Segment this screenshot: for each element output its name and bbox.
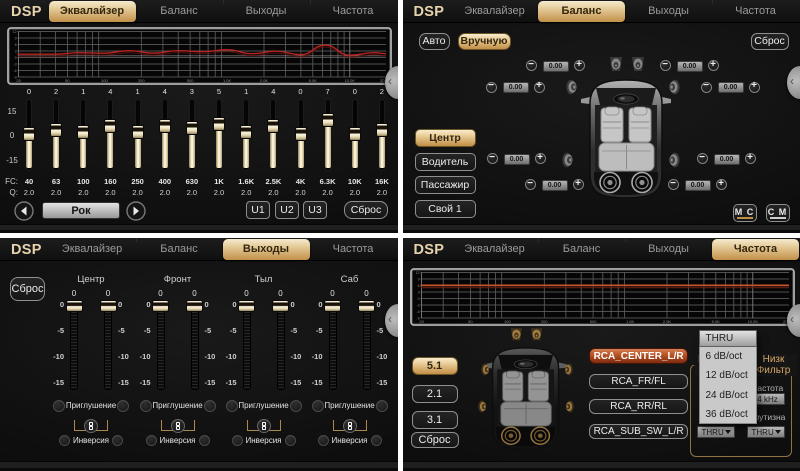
svg-text:200: 200 <box>138 78 145 83</box>
svg-text:10.0K: 10.0K <box>345 78 356 83</box>
svg-text:1.0K: 1.0K <box>223 78 232 83</box>
svg-text:5.0K: 5.0K <box>711 319 720 324</box>
svg-text:12: 12 <box>13 30 17 34</box>
svg-text:9: 9 <box>417 277 419 281</box>
svg-text:-3: -3 <box>416 303 419 307</box>
svg-text:1.0K: 1.0K <box>625 319 634 324</box>
svg-text:20: 20 <box>16 78 21 83</box>
svg-text:-3: -3 <box>13 63 16 67</box>
svg-text:5.0K: 5.0K <box>309 78 318 83</box>
svg-text:10.0K: 10.0K <box>747 319 758 324</box>
svg-text:500: 500 <box>187 78 194 83</box>
svg-text:6: 6 <box>417 284 419 288</box>
svg-text:0: 0 <box>15 56 17 60</box>
svg-text:-6: -6 <box>416 310 419 314</box>
svg-text:3: 3 <box>417 290 419 294</box>
svg-text:12: 12 <box>415 271 419 275</box>
svg-text:50: 50 <box>65 78 70 83</box>
svg-text:3: 3 <box>15 50 17 54</box>
svg-text:2.0K: 2.0K <box>260 78 269 83</box>
svg-text:-6: -6 <box>13 69 16 73</box>
svg-text:2.0K: 2.0K <box>662 319 671 324</box>
svg-text:9: 9 <box>15 37 17 41</box>
svg-text:6: 6 <box>15 43 17 47</box>
svg-text:500: 500 <box>589 319 596 324</box>
svg-text:20: 20 <box>419 319 424 324</box>
svg-text:0: 0 <box>417 297 419 301</box>
svg-text:100: 100 <box>101 78 108 83</box>
